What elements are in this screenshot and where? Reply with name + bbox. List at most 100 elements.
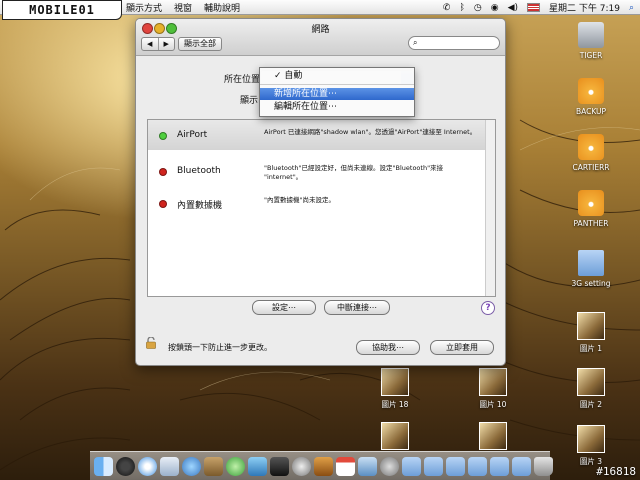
menu-help[interactable]: 輔助說明 (204, 1, 240, 14)
disconnect-button[interactable]: 中斷連接⋯ (324, 300, 390, 315)
location-menu-item-edit[interactable]: 編輯所在位置⋯ (260, 101, 414, 113)
desktop-icon-picture-1[interactable]: 圖片 1 (556, 312, 626, 354)
bluetooth-icon[interactable]: ᛒ (459, 3, 464, 13)
idvd-icon[interactable] (292, 456, 311, 476)
trash-icon[interactable] (534, 456, 553, 476)
desktop-icon-picture-18[interactable]: 圖片 18 (360, 368, 430, 410)
spotlight-icon[interactable]: ⌕ (629, 3, 634, 13)
safari-icon[interactable] (138, 456, 157, 476)
imovie-icon[interactable] (270, 456, 289, 476)
location-menu-item-auto[interactable]: ✓ 自動 (260, 70, 414, 82)
system-preferences-icon[interactable] (380, 456, 399, 476)
garageband-icon[interactable] (314, 456, 333, 476)
folder-icon[interactable] (446, 456, 465, 476)
assist-me-button[interactable]: 協助我⋯ (356, 340, 420, 355)
desktop-icon-cartierr[interactable]: CARTIERR (556, 134, 626, 172)
address-book-icon[interactable] (204, 456, 223, 476)
menu-window[interactable]: 視窗 (174, 1, 192, 14)
back-button[interactable]: ◀ (142, 38, 159, 50)
disk-icon (578, 78, 604, 104)
service-name: Bluetooth (177, 166, 221, 176)
finder-icon[interactable] (94, 456, 113, 476)
search-field[interactable]: ⌕ (408, 36, 500, 50)
watermark: #16818 (596, 465, 636, 478)
desktop-icon-backup[interactable]: BACKUP (556, 78, 626, 116)
desktop-icon-label: PANTHER (573, 219, 609, 228)
mail-icon[interactable] (160, 456, 179, 476)
desktop-icon-label: 圖片 1 (579, 344, 603, 353)
image-thumbnail (577, 368, 605, 396)
dock (90, 451, 553, 480)
desktop-icon-picture-extra-b[interactable] (458, 422, 528, 453)
desktop-icon-picture-2[interactable]: 圖片 2 (556, 368, 626, 410)
image-thumbnail (381, 368, 409, 396)
menu-bar: MOBILE01 顯示方式 視窗 輔助說明 ✆ ᛒ ◷ ◉ ◀) 星期二 下午 … (0, 0, 640, 20)
clock-text[interactable]: 星期二 下午 7:19 (549, 1, 620, 14)
image-thumbnail (577, 312, 605, 340)
service-row-airport[interactable]: AirPort AirPort 已連接網路"shadow wlan"。您透過"A… (148, 120, 485, 150)
show-label: 顯示 (240, 96, 259, 106)
window-titlebar: 網路 ◀ ▶ 顯示全部 ⌕ (136, 19, 505, 56)
location-menu-item-new[interactable]: 新增所在位置⋯ (260, 88, 414, 100)
status-red-icon (159, 168, 167, 176)
hard-drive-icon (578, 22, 604, 48)
apply-now-button[interactable]: 立即套用 (430, 340, 494, 355)
service-name: 內置數據機 (177, 201, 223, 211)
desktop-icon-label: 3G setting (571, 279, 611, 288)
itunes-icon[interactable] (226, 456, 245, 476)
service-description: "Bluetooth"已經設定好，但尚未連線。設定"Bluetooth"來接 "… (264, 164, 444, 181)
volume-icon[interactable]: ◀) (508, 3, 518, 13)
window-title: 網路 (311, 25, 330, 35)
network-preferences-window: 網路 ◀ ▶ 顯示全部 ⌕ 所在位置 顯示 ✓ 自動 新增所在位置⋯ 編輯所在位… (135, 18, 506, 366)
location-menu: ✓ 自動 新增所在位置⋯ 編輯所在位置⋯ (259, 67, 415, 117)
ichat-icon[interactable] (182, 456, 201, 476)
folder-icon[interactable] (490, 456, 509, 476)
configure-button[interactable]: 設定⋯ (252, 300, 316, 315)
network-service-list: AirPort AirPort 已連接網路"shadow wlan"。您透過"A… (147, 119, 496, 297)
desktop-icon-picture-3[interactable]: 圖片 3 (556, 425, 626, 467)
preview-icon[interactable] (358, 456, 377, 476)
wifi-icon[interactable]: ◉ (491, 3, 499, 13)
lock-icon[interactable] (146, 337, 156, 349)
service-row-bluetooth[interactable]: Bluetooth "Bluetooth"已經設定好，但尚未連線。設定"Blue… (148, 156, 485, 186)
status-red-icon (159, 200, 167, 208)
folder-icon[interactable] (468, 456, 487, 476)
nav-buttons: ◀ ▶ (141, 37, 175, 51)
show-all-button[interactable]: 顯示全部 (178, 37, 222, 51)
folder-icon[interactable] (512, 456, 531, 476)
service-description: "內置數據機"尚未設定。 (264, 196, 335, 204)
desktop-icon-panther[interactable]: PANTHER (556, 190, 626, 228)
search-icon: ⌕ (413, 38, 418, 47)
folder-icon (578, 250, 604, 276)
flag-icon[interactable] (527, 3, 541, 12)
iphoto-icon[interactable] (248, 456, 267, 476)
desktop-icon-3g-setting[interactable]: 3G setting (556, 250, 626, 288)
mobile01-logo: MOBILE01 (2, 0, 122, 20)
disk-icon (578, 134, 604, 160)
forward-button[interactable]: ▶ (159, 38, 175, 50)
desktop-icon-label: 圖片 2 (579, 400, 603, 409)
menu-items: 顯示方式 視窗 輔助說明 (126, 1, 240, 14)
lock-hint: 按鎖頭一下防止進一步更改。 (168, 343, 272, 352)
dashboard-icon[interactable] (116, 456, 135, 476)
service-name: AirPort (177, 130, 208, 140)
image-thumbnail (479, 422, 507, 450)
desktop-icon-label: BACKUP (575, 107, 607, 116)
service-row-modem[interactable]: 內置數據機 "內置數據機"尚未設定。 (148, 188, 485, 218)
folder-icon[interactable] (424, 456, 443, 476)
desktop-icon-label: CARTIERR (572, 163, 610, 172)
list-scrollbar[interactable] (485, 120, 495, 296)
desktop-icon-picture-extra-a[interactable] (360, 422, 430, 453)
menu-view[interactable]: 顯示方式 (126, 1, 162, 14)
desktop-icon-picture-10[interactable]: 圖片 10 (458, 368, 528, 410)
desktop-icon-label: TIGER (579, 51, 603, 60)
service-description: AirPort 已連接網路"shadow wlan"。您透過"AirPort"連… (264, 128, 477, 136)
folder-icon[interactable] (402, 456, 421, 476)
desktop-icon-label: 圖片 10 (479, 400, 507, 409)
clock-icon[interactable]: ◷ (474, 3, 482, 13)
desktop-icon-tiger[interactable]: TIGER (556, 22, 626, 60)
phone-icon[interactable]: ✆ (443, 3, 451, 13)
help-button[interactable]: ? (481, 301, 495, 315)
disk-icon (578, 190, 604, 216)
ical-icon[interactable] (336, 456, 355, 476)
